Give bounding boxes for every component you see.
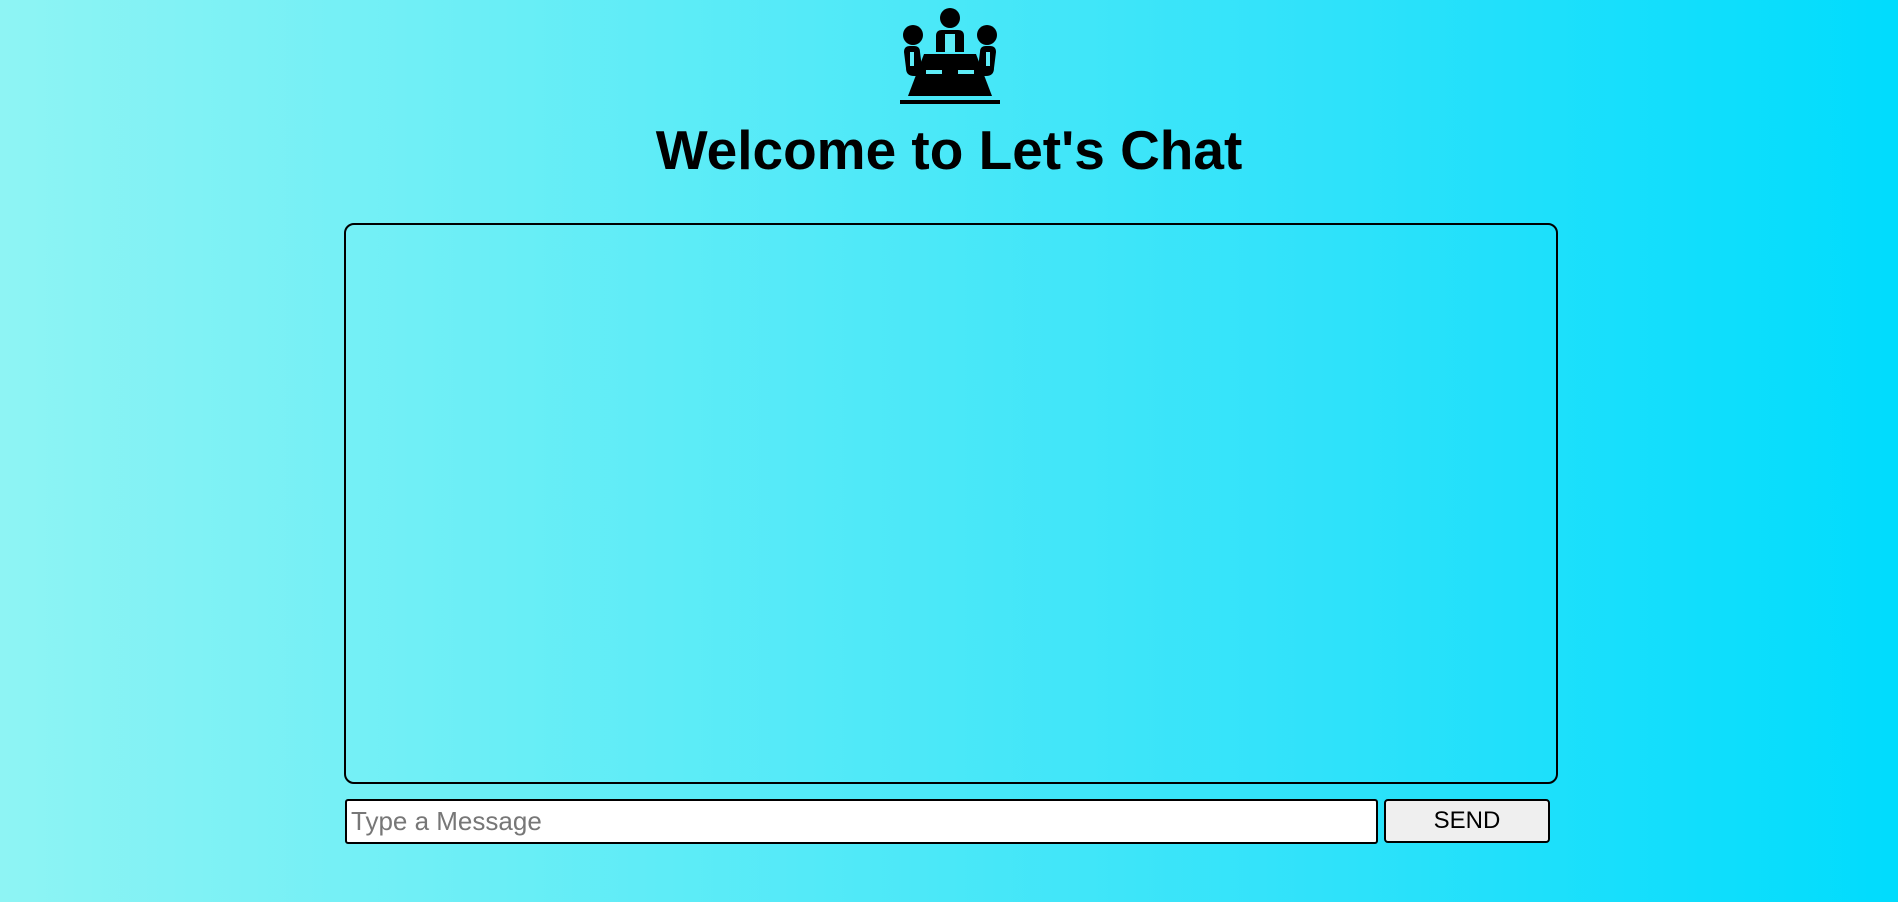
message-input[interactable] [345, 799, 1378, 844]
chat-messages-area[interactable] [344, 223, 1558, 784]
page-title: Welcome to Let's Chat [655, 119, 1243, 181]
meeting-table-people-icon [900, 8, 1000, 106]
message-composer: SEND [345, 799, 1550, 844]
send-button[interactable]: SEND [1384, 799, 1550, 843]
